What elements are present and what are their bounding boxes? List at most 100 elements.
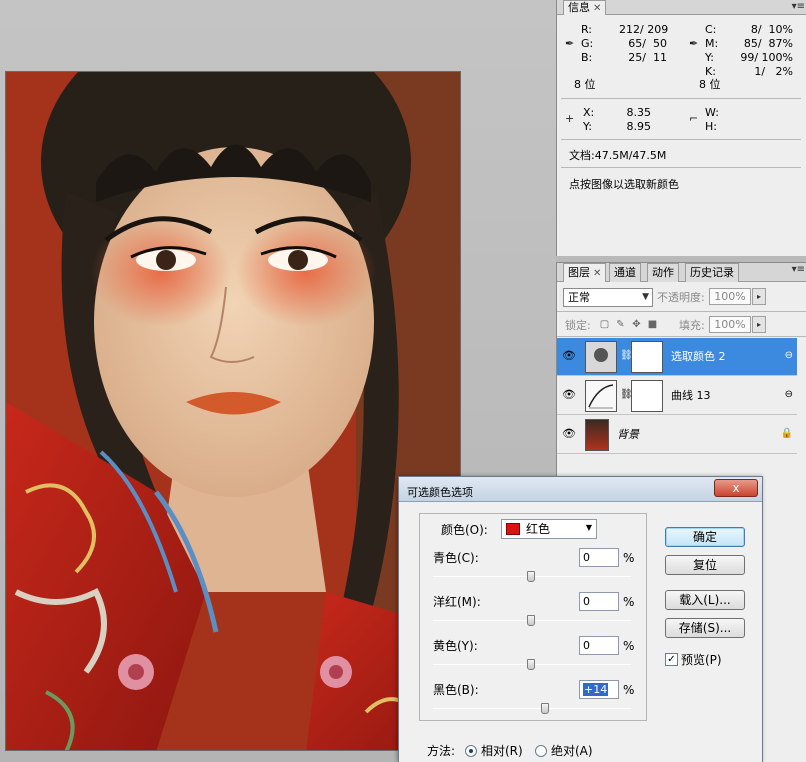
chevron-down-icon: ▼ [585, 523, 592, 532]
reset-button[interactable]: 复位 [665, 555, 745, 575]
info-b-value: 25/ 11 [628, 51, 667, 64]
dialog-title: 可选颜色选项 [407, 486, 473, 499]
fill-slider-button[interactable]: ▸ [752, 316, 766, 333]
info-doc-size: 文档:47.5M/47.5M [569, 149, 667, 162]
layer-name: 选取颜色 2 [671, 350, 726, 363]
info-divider [561, 139, 801, 140]
black-label: 黑色(B): [433, 683, 479, 697]
info-y-value: 99/ 100% [740, 51, 793, 64]
method-label: 方法: [427, 744, 456, 758]
tab-history-label: 历史记录 [690, 266, 734, 279]
yellow-slider-thumb[interactable] [527, 659, 535, 670]
eyedropper-icon: ✒ [689, 37, 699, 50]
fill-field[interactable]: 100% [709, 316, 751, 333]
layer-row-background[interactable]: 👁 背景 🔒 [557, 416, 797, 454]
dialog-titlebar[interactable]: 可选颜色选项 x [399, 477, 762, 502]
panel-menu-icon[interactable]: ▾≡ [792, 0, 805, 14]
info-b-label: B: [581, 51, 593, 64]
info-hint: 点按图像以选取新颜色 [569, 178, 679, 191]
magenta-slider-thumb[interactable] [527, 615, 535, 626]
cyan-label: 青色(C): [433, 551, 479, 565]
load-button[interactable]: 载入(L)... [665, 590, 745, 610]
chevron-down-icon: ▼ [642, 292, 649, 302]
close-button[interactable]: x [714, 479, 758, 497]
info-cmyk-bit: 8 位 [699, 78, 721, 91]
close-icon[interactable]: ✕ [593, 268, 601, 279]
selective-color-dialog: 可选颜色选项 x 颜色(O): 红色 ▼ 青色(C): 0 % 洋红(M): 0… [398, 476, 763, 762]
magenta-unit: % [623, 595, 635, 609]
magenta-input[interactable]: 0 [579, 592, 619, 611]
close-icon[interactable]: ✕ [593, 3, 601, 14]
mask-thumbnail[interactable] [631, 341, 663, 373]
tab-info[interactable]: 信息 ✕ [563, 0, 607, 15]
info-k-value: 1/ 2% [754, 65, 793, 78]
cyan-slider-thumb[interactable] [527, 571, 535, 582]
info-r-label: R: [581, 23, 593, 36]
ok-button[interactable]: 确定 [665, 527, 745, 547]
save-button[interactable]: 存储(S)... [665, 618, 745, 638]
info-k-label: K: [705, 65, 716, 78]
tab-layers[interactable]: 图层 ✕ [563, 263, 607, 282]
info-g-label: G: [581, 37, 594, 50]
black-slider-track[interactable] [433, 708, 631, 709]
panel-menu-icon[interactable]: ▾≡ [792, 263, 805, 277]
black-value: +14 [583, 683, 609, 696]
method-relative-label: 相对(R) [481, 744, 523, 758]
check-icon: ✓ [667, 654, 676, 665]
layer-row-selective-color[interactable]: 👁 ⛓ 选取颜色 2 ⊖ [557, 338, 797, 376]
blend-mode-select[interactable]: 正常 ▼ [563, 288, 653, 307]
yellow-input[interactable]: 0 [579, 636, 619, 655]
portrait-image [6, 72, 460, 750]
info-c-value: 8/ 10% [750, 23, 793, 36]
cyan-input[interactable]: 0 [579, 548, 619, 567]
color-select-value: 红色 [526, 522, 551, 536]
info-panel: 信息 ✕ ▾≡ R: 212/ 209 G: 65/ 50 B: 25/ 11 8… [556, 0, 806, 256]
tab-actions-label: 动作 [652, 266, 674, 279]
info-y-label: Y: [583, 120, 592, 133]
eye-icon[interactable]: 👁 [562, 428, 576, 440]
tab-info-label: 信息 [568, 1, 590, 14]
preview-checkbox[interactable]: ✓ [665, 653, 678, 666]
red-swatch [506, 523, 520, 535]
info-x-value: 8.35 [626, 106, 652, 119]
lock-all-icon[interactable]: ■ [647, 319, 658, 330]
curves-thumbnail [585, 380, 617, 412]
link-icon: ⊖ [784, 389, 793, 400]
document-image[interactable] [5, 71, 461, 751]
crosshair-icon: + [565, 112, 575, 125]
color-select[interactable]: 红色 ▼ [501, 519, 597, 539]
mask-thumbnail[interactable] [631, 380, 663, 412]
magenta-value: 0 [583, 595, 590, 608]
black-slider-thumb[interactable] [540, 703, 549, 714]
curves-graph-icon [588, 384, 614, 409]
layer-row-curves[interactable]: 👁 ⛓ 曲线 13 ⊖ [557, 377, 797, 415]
black-unit: % [623, 683, 635, 697]
info-c-label: C: [705, 23, 717, 36]
opacity-slider-button[interactable]: ▸ [752, 288, 766, 305]
method-absolute-radio[interactable] [535, 745, 547, 757]
layer-name: 背景 [617, 428, 639, 441]
lock-move-icon[interactable]: ✥ [631, 319, 642, 330]
lock-brush-icon[interactable]: ✎ [615, 319, 626, 330]
magenta-label: 洋红(M): [433, 595, 481, 609]
method-relative-radio[interactable] [465, 745, 477, 757]
fill-label: 填充: [679, 319, 705, 332]
info-y-label: Y: [705, 51, 714, 64]
eye-icon[interactable]: 👁 [562, 389, 576, 401]
tab-channels[interactable]: 通道 [609, 263, 641, 282]
tab-history[interactable]: 历史记录 [685, 263, 739, 282]
info-w-label: W: [705, 106, 719, 119]
lock-transparency-icon[interactable]: ▢ [599, 319, 610, 330]
tab-layers-label: 图层 [568, 266, 590, 279]
tab-actions[interactable]: 动作 [647, 263, 679, 282]
opacity-label: 不透明度: [657, 291, 705, 304]
info-h-label: H: [705, 120, 717, 133]
info-x-label: X: [583, 106, 595, 119]
yellow-label: 黄色(Y): [433, 639, 478, 653]
info-rgb-bit: 8 位 [574, 78, 596, 91]
opacity-field[interactable]: 100% [709, 288, 751, 305]
eye-icon[interactable]: 👁 [562, 350, 576, 362]
cyan-value: 0 [583, 551, 590, 564]
black-input[interactable]: +14 [579, 680, 619, 699]
info-tabbar: 信息 ✕ ▾≡ [557, 0, 806, 15]
